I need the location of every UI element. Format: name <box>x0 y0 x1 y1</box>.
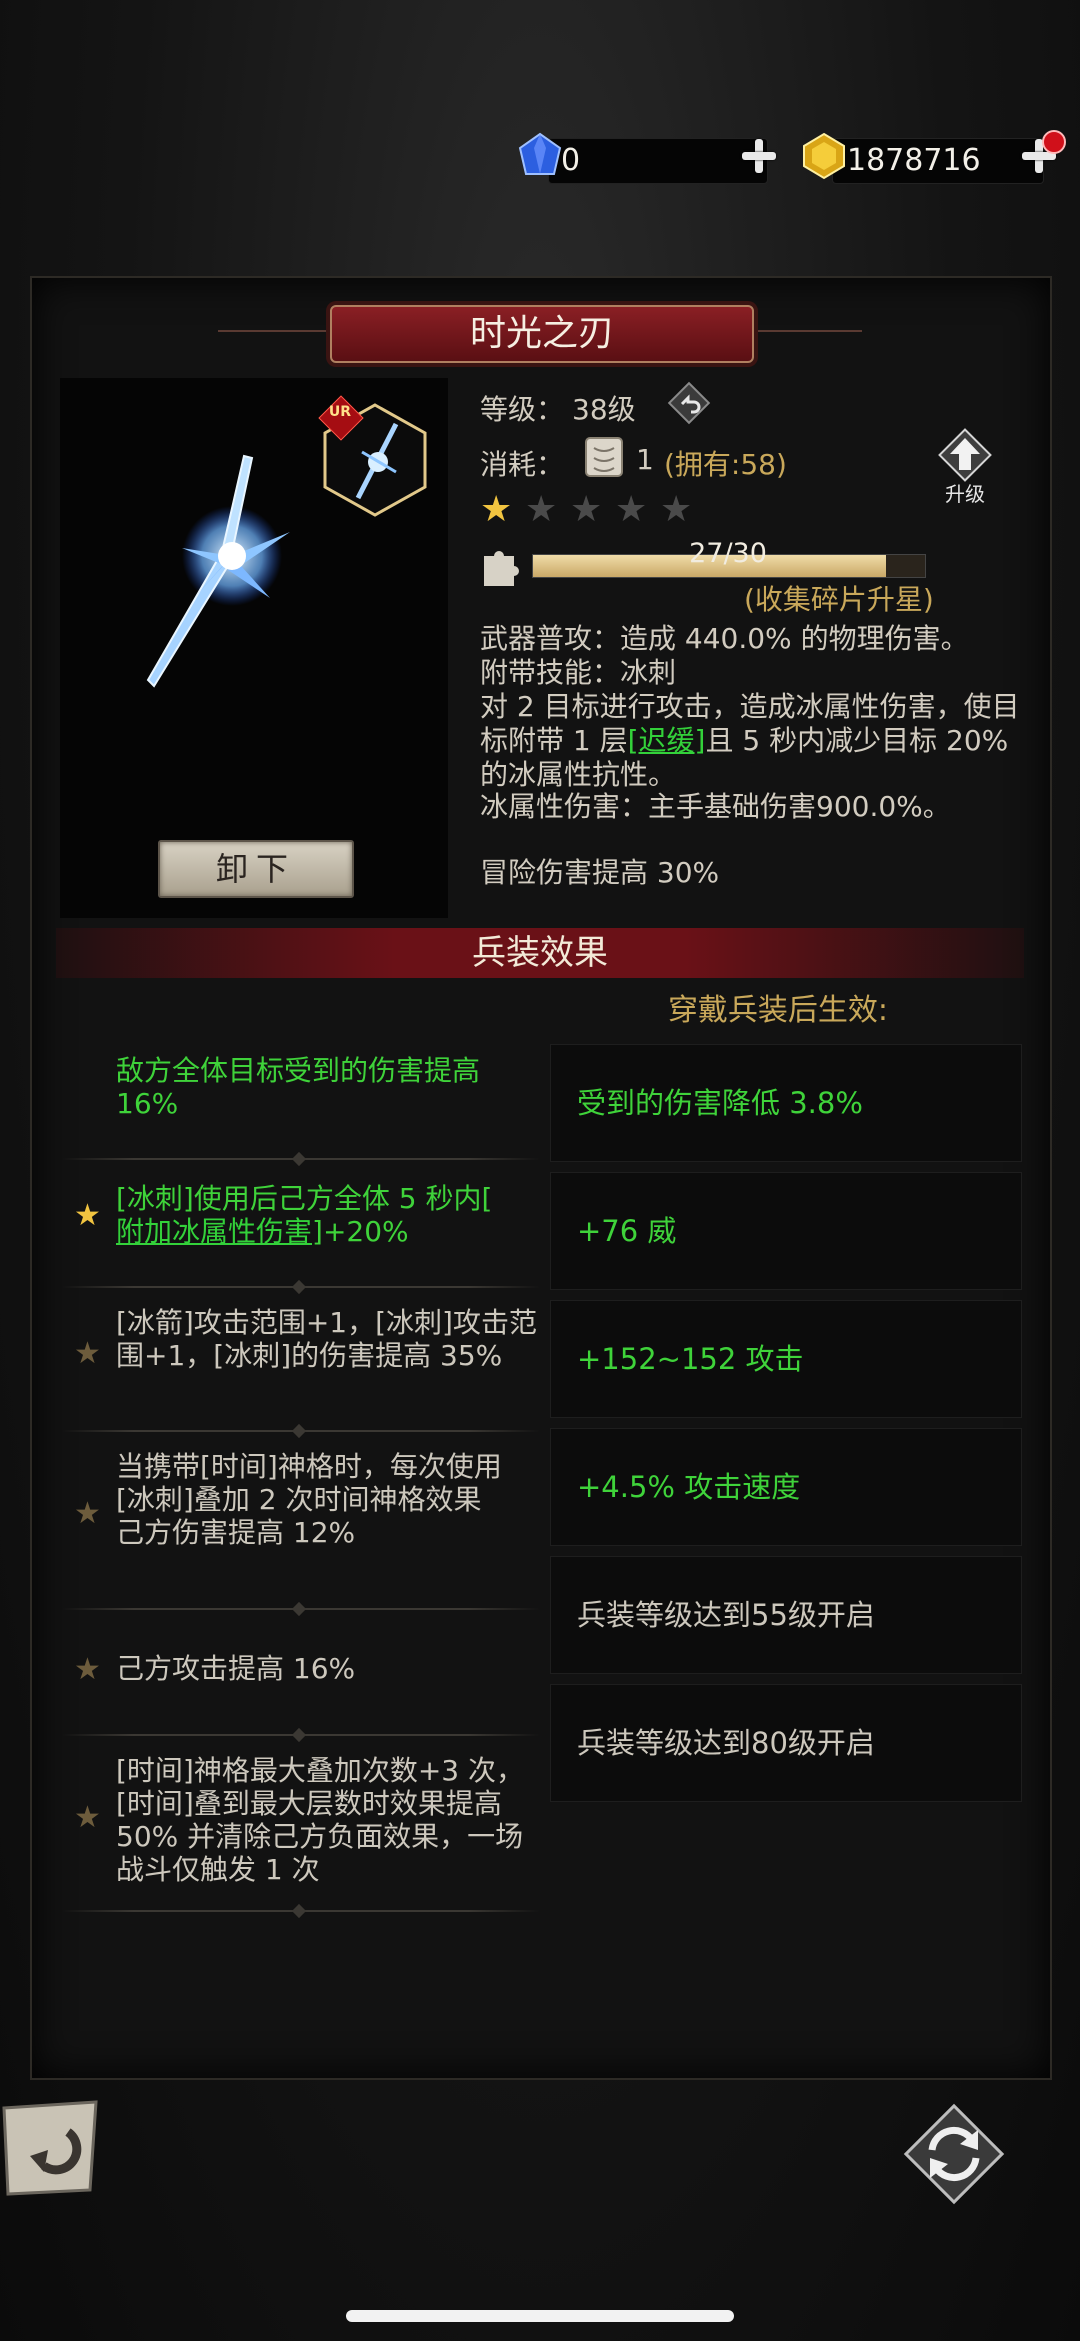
bonus-text-3: +152~152 攻击 <box>577 1342 804 1376</box>
notification-dot <box>1042 130 1066 154</box>
bonus-box-2: +76 威 <box>550 1172 1022 1290</box>
skill-text-1: 敌方全体目标受到的伤害提高 16% <box>116 1054 481 1120</box>
skill-text-6: [时间]神格最大叠加次数+3 次，[时间]叠到最大层数时效果提高 50% 并清除… <box>116 1754 525 1886</box>
fragment-hint: (收集碎片升星) <box>744 583 934 616</box>
adventure-damage-bonus: 冒险伤害提高 30% <box>480 856 720 889</box>
home-indicator[interactable] <box>346 2310 734 2322</box>
gold-counter: 1878716 <box>832 138 1044 184</box>
unequip-button[interactable]: 卸下 <box>158 840 354 898</box>
star-inactive-icon: ★ <box>74 1652 101 1687</box>
bonus-text-1: 受到的伤害降低 3.8% <box>577 1086 863 1120</box>
level-label: 等级： <box>480 393 565 426</box>
skill-name: 附带技能：冰刺 <box>480 656 677 689</box>
weapon-title: 时光之刃 <box>469 313 614 354</box>
bonus-box-1: 受到的伤害降低 3.8% <box>550 1044 1022 1162</box>
level-value: 38级 <box>572 393 636 426</box>
bonus-box-3: +152~152 攻击 <box>550 1300 1022 1418</box>
rarity-label: UR <box>328 404 352 420</box>
gold-amount: 1878716 <box>847 143 981 178</box>
upgrade-label: 升级 <box>945 482 985 506</box>
skill-divider <box>62 1279 540 1295</box>
blue-gem-icon <box>518 132 562 175</box>
title-divider-right <box>750 330 862 332</box>
star-empty-icon: ★ <box>570 489 603 530</box>
unequip-label: 卸下 <box>215 850 296 888</box>
bonus-text-5: 兵装等级达到55级开启 <box>577 1598 875 1632</box>
star-inactive-icon: ★ <box>74 1800 101 1835</box>
star-empty-icon: ★ <box>660 489 693 530</box>
skill-text-2: [冰刺]使用后己方全体 5 秒内[附加冰属性伤害]+20% <box>116 1182 540 1248</box>
weapon-title-plate: 时光之刃 <box>330 305 754 363</box>
gold-gem-icon <box>803 132 845 180</box>
effects-header-bar: 兵装效果 <box>56 928 1024 978</box>
star-active-icon: ★ <box>74 1198 101 1233</box>
undo-level-icon[interactable] <box>666 380 712 426</box>
skill-text-2-part2: ]+20% <box>312 1215 409 1248</box>
skill-divider <box>62 1903 540 1919</box>
skill-text-4-part1: 当携带[时间]神格时，每次使用[冰刺]叠加 2 次时间神格效果 <box>116 1450 502 1516</box>
ice-damage-link[interactable]: 附加冰属性伤害 <box>116 1215 312 1248</box>
title-divider-left <box>218 330 330 332</box>
swap-weapon-icon[interactable] <box>898 2098 1010 2210</box>
bonus-text-2: +76 威 <box>577 1214 677 1248</box>
effects-subheader: 穿戴兵装后生效: <box>667 993 889 1028</box>
skill-divider <box>62 1601 540 1617</box>
skill-text-3: [冰箭]攻击范围+1，[冰刺]攻击范围+1，[冰刺]的伤害提高 35% <box>116 1306 537 1372</box>
skill-divider <box>62 1423 540 1439</box>
star-filled-icon: ★ <box>480 489 513 530</box>
skill-divider <box>62 1727 540 1743</box>
diamond-counter: 0 <box>548 138 768 184</box>
star-empty-icon: ★ <box>615 489 648 530</box>
bonus-box-4: +4.5% 攻击速度 <box>550 1428 1022 1546</box>
skill-text-2-part1: [冰刺]使用后己方全体 5 秒内[ <box>116 1182 493 1215</box>
cost-amount: 1 <box>636 443 654 476</box>
cost-owned: (拥有:58) <box>664 448 787 481</box>
upgrade-button[interactable]: 升级 <box>930 426 1000 506</box>
fragment-progress-text: 27/30 <box>689 538 767 569</box>
skill-divider <box>62 1151 540 1167</box>
bonus-text-6: 兵装等级达到80级开启 <box>577 1726 875 1760</box>
add-diamonds-button[interactable] <box>742 139 776 173</box>
effects-header: 兵装效果 <box>472 933 608 973</box>
skill-text-4: 当携带[时间]神格时，每次使用[冰刺]叠加 2 次时间神格效果 己方伤害提高 12… <box>116 1450 540 1549</box>
bonus-text-4: +4.5% 攻击速度 <box>577 1470 801 1504</box>
skill-text-4-part2: 己方伤害提高 12% <box>116 1516 356 1549</box>
puzzle-piece-icon <box>484 551 519 586</box>
star-inactive-icon: ★ <box>74 1496 101 1531</box>
skill-text-5: 己方攻击提高 16% <box>116 1652 356 1685</box>
scroll-fragment-icon <box>585 437 623 477</box>
slow-status-link[interactable]: [迟缓] <box>628 724 706 757</box>
cost-label: 消耗： <box>480 448 565 481</box>
ice-damage-description: 冰属性伤害：主手基础伤害900.0%。 <box>480 790 951 823</box>
star-inactive-icon: ★ <box>74 1336 101 1371</box>
bonus-box-5: 兵装等级达到55级开启 <box>550 1556 1022 1674</box>
attack-description: 武器普攻：造成 440.0% 的物理伤害。 <box>480 622 969 655</box>
upgrade-arrow-icon <box>938 428 992 482</box>
star-empty-icon: ★ <box>525 489 558 530</box>
ice-blade-icon <box>146 454 290 688</box>
bonus-box-6: 兵装等级达到80级开启 <box>550 1684 1022 1802</box>
skill-description: 对 2 目标进行攻击，造成冰属性伤害，使目标附带 1 层[迟缓]且 5 秒内减少… <box>480 690 1020 792</box>
back-arrow-icon[interactable] <box>0 2098 100 2198</box>
